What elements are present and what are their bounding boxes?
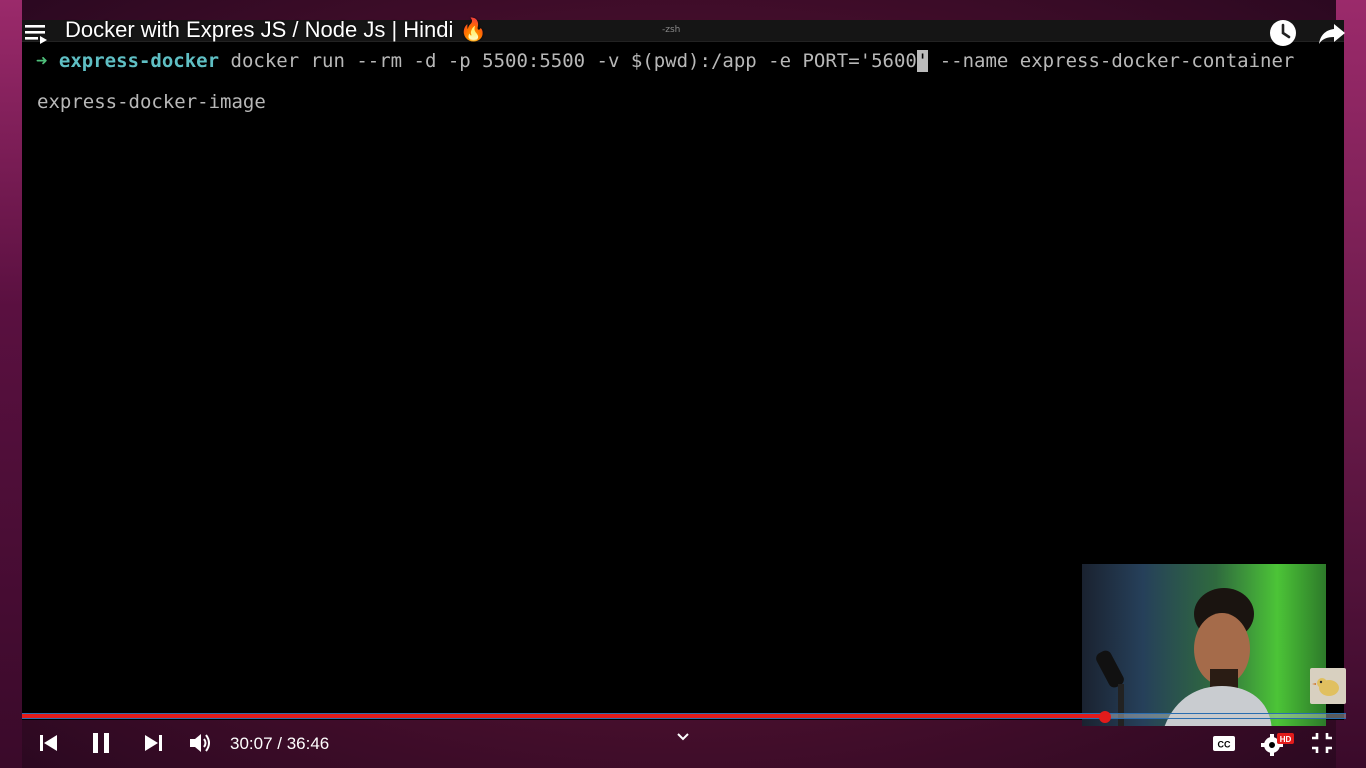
desktop-background-left (0, 0, 22, 768)
volume-icon[interactable] (188, 730, 214, 756)
player-top-bar: Docker with Expres JS / Node Js | Hindi … (0, 0, 1366, 70)
progress-bar[interactable] (22, 711, 1346, 723)
next-icon[interactable] (140, 730, 166, 756)
playlist-icon[interactable] (24, 22, 50, 46)
hd-badge: HD (1280, 735, 1292, 744)
channel-watermark[interactable] (1310, 668, 1346, 704)
terminal-command-wrap: express-docker-image (37, 91, 266, 113)
player-controls: 30:07 / 36:46 CC HD (22, 722, 1346, 766)
captions-icon[interactable]: CC (1211, 730, 1237, 756)
svg-text:CC: CC (1218, 740, 1231, 750)
watch-later-icon[interactable] (1268, 18, 1298, 48)
progress-played (22, 714, 1106, 718)
webcam-overlay (1082, 564, 1326, 726)
pause-icon[interactable] (88, 730, 114, 756)
share-icon[interactable] (1317, 18, 1347, 48)
video-title[interactable]: Docker with Expres JS / Node Js | Hindi … (65, 17, 487, 43)
chevron-down-icon[interactable] (674, 728, 692, 746)
previous-icon[interactable] (36, 730, 62, 756)
exit-fullscreen-icon[interactable] (1309, 730, 1335, 756)
presenter-image (1164, 588, 1272, 726)
time-display: 30:07 / 36:46 (230, 734, 330, 753)
settings-icon[interactable]: HD (1259, 730, 1295, 756)
